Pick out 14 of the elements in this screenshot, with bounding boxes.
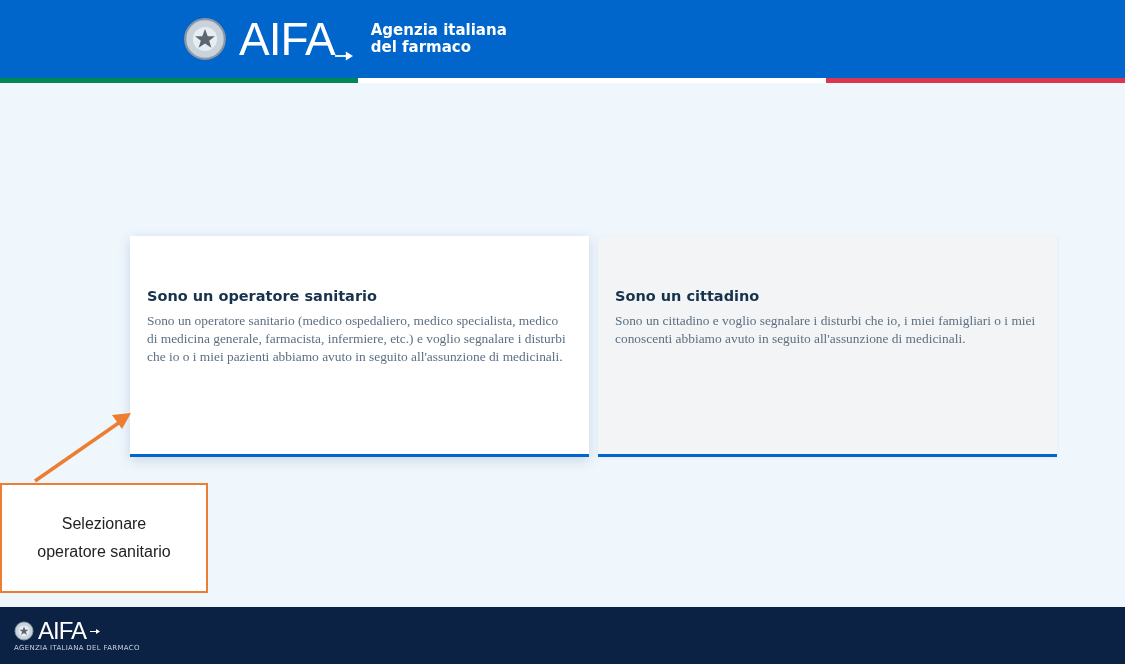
card-description: Sono un cittadino e voglio segnalare i disturbi che io, i miei famigliari o i miei conoscenti abbiamo avuto in seguito all'assunzione di medicinali.	[615, 312, 1037, 348]
callout-box: Selezionare operatore sanitario	[0, 483, 208, 593]
emblem-icon	[183, 17, 227, 61]
arrow-icon	[90, 627, 101, 635]
emblem-icon	[14, 621, 34, 641]
card-title: Sono un operatore sanitario	[147, 288, 377, 304]
card-description: Sono un operatore sanitario (medico ospedaliero, medico specialista, medico di medicina generale, farmacista, infermiere, etc.) e voglio segnalare i disturbi che io o i miei pazienti abbiamo avuto in seguito all'assunzione di medicinali.	[147, 312, 567, 366]
logo-text: AIFA	[239, 16, 335, 62]
choice-card[interactable]: Sono un cittadino Sono un cittadino e voglio segnalare i disturbi che io, i miei famigliari o i miei conoscenti abbiamo avuto in seguito all'assunzione di medicinali.	[598, 236, 1057, 457]
arrow-icon	[334, 50, 353, 62]
choice-card[interactable]	[130, 236, 589, 457]
footer-logo-text: AIFA	[38, 619, 87, 643]
site-title: Agenzia italiana del farmaco	[370, 21, 508, 57]
card-title: Sono un cittadino	[615, 288, 760, 304]
